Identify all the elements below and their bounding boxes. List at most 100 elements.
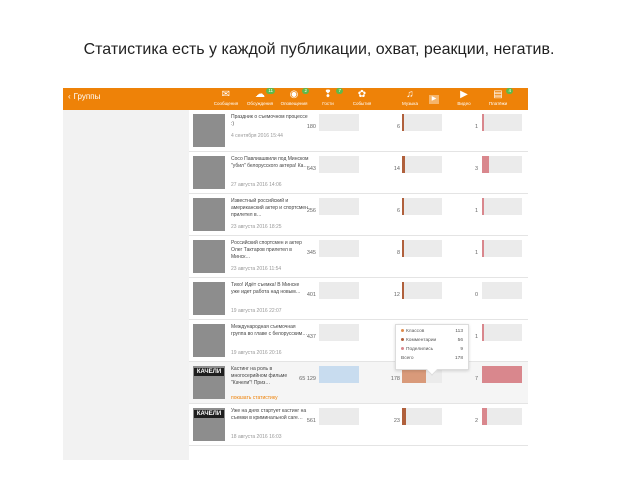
post-thumbnail[interactable]: КАЧЕЛИ bbox=[193, 408, 225, 441]
negative-bar bbox=[482, 408, 522, 425]
nav-item-4[interactable]: ✿ События bbox=[345, 89, 379, 110]
nav-item-2[interactable]: ◉ Оповещения 2 bbox=[277, 88, 311, 110]
nav-item-3[interactable]: ❢ Гости 7 bbox=[311, 88, 345, 110]
reactions-tooltip: Классов 113 Комментарии 56 Поделились 9 Всего 1… bbox=[395, 324, 469, 370]
screenshot-frame: ‹ Группы ✉ Сообщения ☁ Обсуждения 11 ◉ Оповещен… bbox=[63, 88, 528, 460]
post-date: 19 августа 2016 22:07 bbox=[231, 308, 282, 314]
post-title[interactable]: Известный российский и американский акте… bbox=[231, 198, 309, 219]
tooltip-label: Комментарии bbox=[406, 338, 437, 343]
nav-label: Сообщения bbox=[213, 101, 239, 106]
negative-bar bbox=[482, 240, 522, 257]
reach-bar bbox=[319, 114, 359, 131]
post-title[interactable]: Кастинг на роль в многосерийном фильме "… bbox=[231, 366, 309, 387]
nav-label: События bbox=[352, 101, 372, 106]
nav-item-5[interactable]: ♫ Музыка bbox=[393, 89, 427, 110]
reactions-bar[interactable] bbox=[402, 408, 442, 425]
chevron-left-icon: ‹ bbox=[68, 92, 71, 101]
post-thumbnail[interactable] bbox=[193, 324, 225, 357]
reactions-value: 6 bbox=[396, 208, 400, 214]
post-title[interactable]: Сосо Павлиашвили под Минском "убил" бело… bbox=[231, 156, 309, 170]
tooltip-item: Классов 113 bbox=[401, 328, 463, 335]
legend-dot bbox=[401, 347, 404, 351]
tooltip-label: Всего bbox=[401, 356, 414, 361]
post-thumbnail[interactable] bbox=[193, 240, 225, 273]
play-icon[interactable]: ▶ bbox=[429, 95, 439, 104]
reactions-bar[interactable] bbox=[402, 198, 442, 215]
table-row: Международная съемочная группа во главе … bbox=[189, 320, 528, 362]
reach-bar bbox=[319, 408, 359, 425]
negative-fill bbox=[482, 198, 484, 215]
back-to-groups-link[interactable]: ‹ Группы bbox=[68, 92, 100, 101]
reactions-bar[interactable] bbox=[402, 240, 442, 257]
negative-fill bbox=[482, 408, 487, 425]
reach-value: 256 bbox=[306, 208, 316, 214]
slide-caption: Статистика есть у каждой публикации, охв… bbox=[83, 41, 555, 58]
nav-item-6[interactable]: ▶ Видео bbox=[447, 89, 481, 110]
legend-dot bbox=[401, 329, 404, 333]
post-statistics-table: Праздник о съемочном процессе :) 4 сентяб… bbox=[189, 110, 528, 460]
nav-count-badge: 2 bbox=[302, 88, 309, 94]
show-stats-link[interactable]: показать статистику bbox=[231, 395, 278, 401]
nav-item-7[interactable]: ▤ Платёжи 4 bbox=[481, 88, 515, 110]
negative-value: 1 bbox=[475, 250, 479, 256]
reach-value: 643 bbox=[306, 166, 316, 172]
post-thumbnail[interactable] bbox=[193, 198, 225, 231]
negative-bar bbox=[482, 156, 522, 173]
post-date: 23 августа 2016 11:54 bbox=[231, 266, 282, 272]
reach-value: 65 129 bbox=[299, 376, 316, 382]
table-row: Известный российский и американский акте… bbox=[189, 194, 528, 236]
tooltip-value: 56 bbox=[457, 338, 463, 343]
reactions-bar[interactable] bbox=[402, 156, 442, 173]
post-date: 19 августа 2016 20:16 bbox=[231, 350, 282, 356]
table-row: КАЧЕЛИ Кастинг на роль в многосерийном фи… bbox=[189, 362, 528, 404]
post-title[interactable]: Тихо! Идёт съемка! В Минске уже идет раб… bbox=[231, 282, 309, 296]
tooltip-item: Комментарии 56 bbox=[401, 337, 463, 344]
post-date: 27 августа 2016 14:06 bbox=[231, 182, 282, 188]
post-thumbnail[interactable] bbox=[193, 282, 225, 315]
envelope-icon: ✉ bbox=[221, 89, 231, 100]
reactions-fill bbox=[402, 282, 404, 299]
nav-item-0[interactable]: ✉ Сообщения bbox=[209, 89, 243, 110]
nav-label: Оповещения bbox=[280, 101, 308, 106]
post-date: 23 августа 2016 18:25 bbox=[231, 224, 282, 230]
reach-bar bbox=[319, 198, 359, 215]
negative-value: 2 bbox=[475, 418, 479, 424]
reach-bar bbox=[319, 366, 359, 383]
nav-item-1[interactable]: ☁ Обсуждения 11 bbox=[243, 88, 277, 110]
reach-value: 437 bbox=[306, 334, 316, 340]
post-title[interactable]: Международная съемочная группа во главе … bbox=[231, 324, 309, 338]
tooltip-value: 113 bbox=[455, 329, 463, 334]
post-date: 4 сентября 2016 15:44 bbox=[231, 133, 283, 139]
reactions-fill bbox=[402, 114, 404, 131]
reactions-value: 12 bbox=[393, 292, 400, 298]
reactions-bar[interactable] bbox=[402, 114, 442, 131]
back-label: Группы bbox=[73, 92, 101, 101]
tooltip-value: 178 bbox=[454, 356, 463, 361]
kacheli-logo: КАЧЕЛИ bbox=[194, 368, 224, 376]
legend-dot bbox=[401, 338, 404, 342]
negative-value: 1 bbox=[475, 124, 479, 130]
nav-label: Видео bbox=[457, 101, 471, 106]
negative-bar bbox=[482, 114, 522, 131]
post-title[interactable]: Праздник о съемочном процессе :) bbox=[231, 114, 309, 128]
kacheli-logo: КАЧЕЛИ bbox=[194, 410, 224, 418]
reactions-bar[interactable] bbox=[402, 282, 442, 299]
nav-label: Музыка bbox=[402, 101, 418, 106]
negative-fill bbox=[482, 366, 522, 383]
reactions-fill bbox=[402, 198, 404, 215]
table-row: Тихо! Идёт съемка! В Минске уже идет раб… bbox=[189, 278, 528, 320]
reactions-value: 14 bbox=[393, 166, 400, 172]
post-thumbnail[interactable] bbox=[193, 156, 225, 189]
post-title[interactable]: Российский спортсмен и актер Олег Тактар… bbox=[231, 240, 309, 261]
post-thumbnail[interactable] bbox=[193, 114, 225, 147]
reactions-fill bbox=[402, 240, 404, 257]
tooltip-label: Поделились bbox=[406, 347, 434, 352]
table-row: КАЧЕЛИ Уже на днях стартует кастинг на съ… bbox=[189, 404, 528, 446]
top-navigation-bar: ‹ Группы ✉ Сообщения ☁ Обсуждения 11 ◉ Оповещен… bbox=[63, 88, 528, 110]
reach-bar bbox=[319, 156, 359, 173]
table-row: Сосо Павлиашвили под Минском "убил" бело… bbox=[189, 152, 528, 194]
table-row: Праздник о съемочном процессе :) 4 сентяб… bbox=[189, 110, 528, 152]
negative-bar bbox=[482, 366, 522, 383]
post-title[interactable]: Уже на днях стартует кастинг на съемки в… bbox=[231, 408, 309, 422]
post-thumbnail[interactable]: КАЧЕЛИ bbox=[193, 366, 225, 399]
